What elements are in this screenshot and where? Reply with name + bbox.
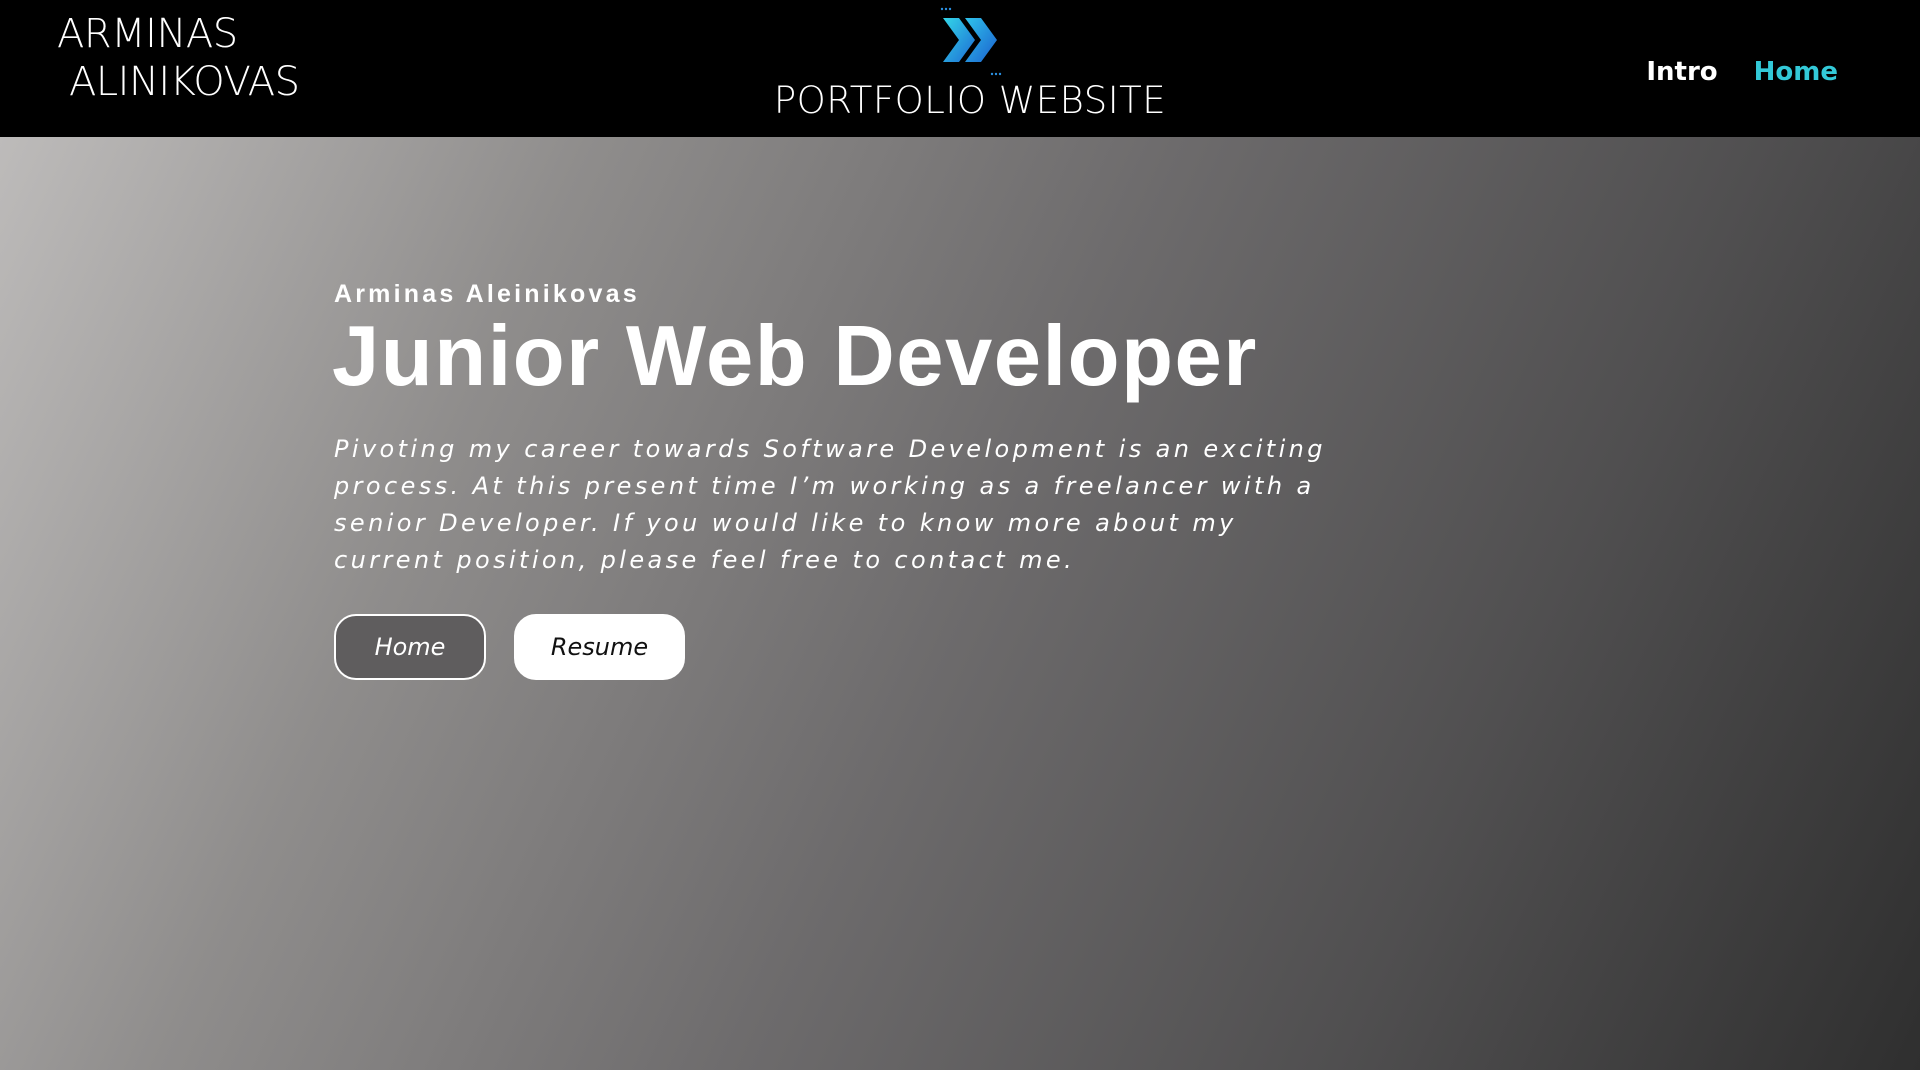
resume-button[interactable]: Resume [514,614,685,680]
brand-last-name: ALINIKOVAS [69,59,300,105]
hero-content: Arminas Aleinikovas Junior Web Developer… [332,279,1334,579]
hero-title: Junior Web Developer [332,309,1258,404]
hero-buttons: Home Resume [334,614,685,680]
hero-section: Arminas Aleinikovas Junior Web Developer… [0,137,1920,1070]
site-logo[interactable]: PORTFOLIO WEBSITE [760,0,1180,137]
nav-link-intro[interactable]: Intro [1646,52,1717,92]
hero-name: Arminas Aleinikovas [334,280,640,308]
brand-first-name: ARMINAS [57,11,238,57]
main-nav: Intro Home [1646,52,1838,92]
hero-description: Pivoting my career towards Software Deve… [334,435,1326,574]
nav-link-home[interactable]: Home [1754,52,1838,92]
logo-title: PORTFOLIO WEBSITE [773,79,1167,122]
double-chevron-right-icon [940,7,1002,76]
top-navigation-bar: ARMINAS ALINIKOVAS PORTFOLIO WEBSITE Int… [0,0,1920,137]
site-brand[interactable]: ARMINAS ALINIKOVAS [57,10,300,106]
home-button[interactable]: Home [334,614,486,680]
